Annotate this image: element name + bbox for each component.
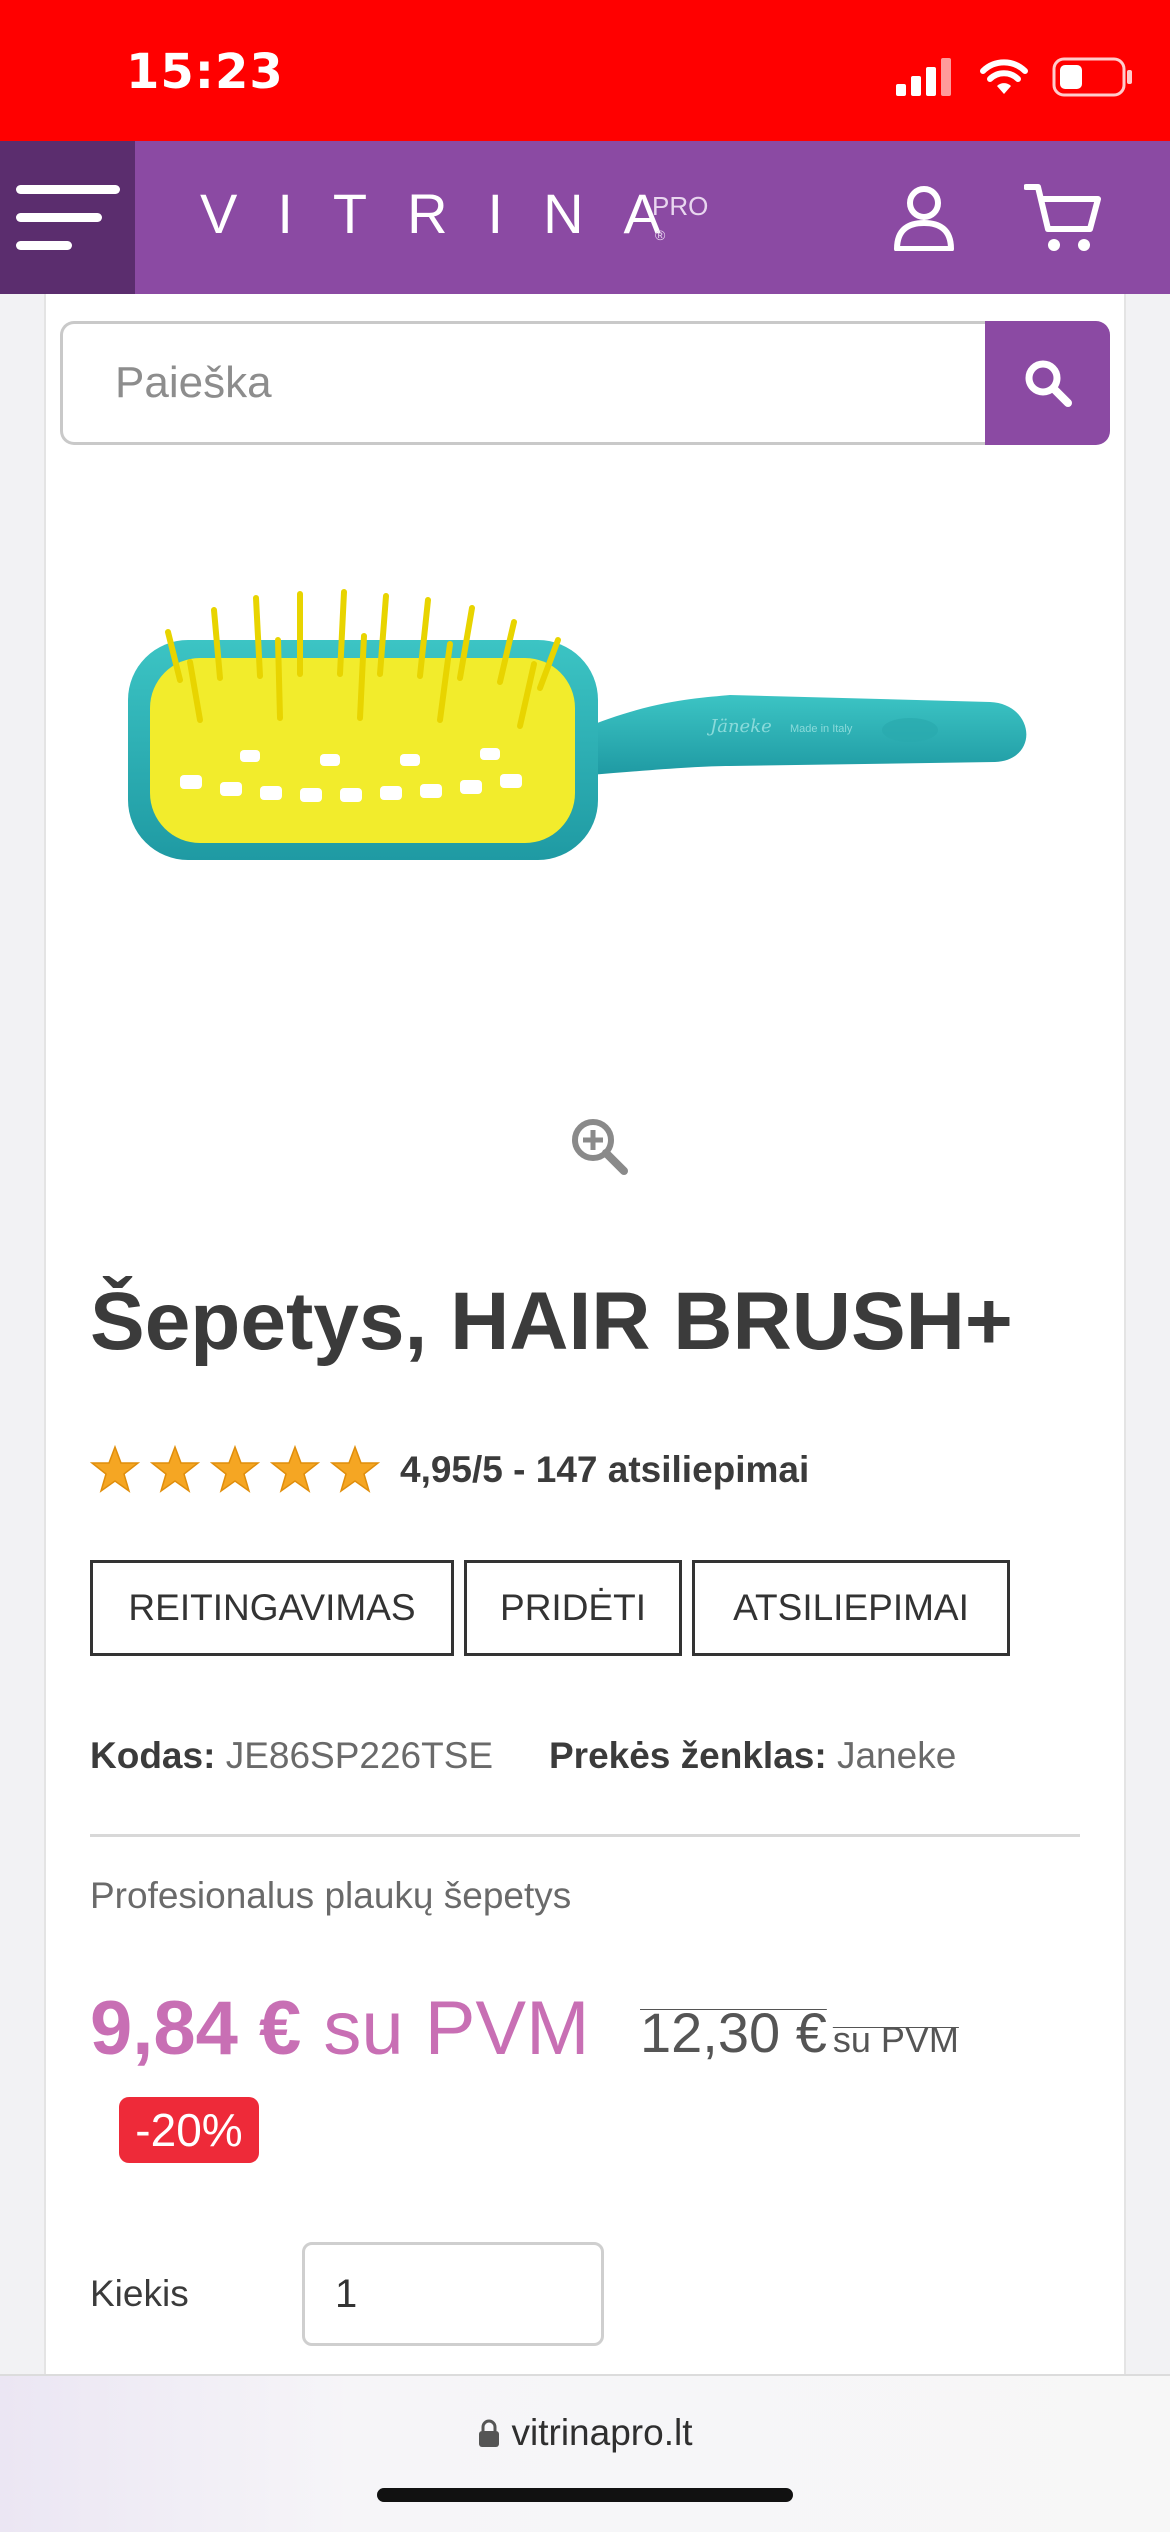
logo-registered-mark: ® [655, 227, 666, 243]
current-price: 9,84 € su PVM [90, 1985, 589, 2072]
browser-address-bar: vitrinapro.lt [0, 2374, 1170, 2532]
search-bar [60, 321, 1110, 445]
product-code-label: Kodas: [90, 1735, 216, 1776]
price-now: 9,84 € [90, 1986, 302, 2071]
divider [90, 1834, 1080, 1837]
product-code: Kodas: JE86SP226TSE [90, 1735, 493, 1777]
status-bar: 15:23 [0, 0, 1170, 141]
hamburger-line [16, 185, 120, 194]
wifi-icon [980, 59, 1028, 94]
home-indicator[interactable] [377, 2488, 793, 2502]
shopping-cart-icon[interactable] [1024, 181, 1102, 255]
star-icon [150, 1445, 200, 1493]
product-title: Šepetys, HAIR BRUSH+ [90, 1276, 1013, 1367]
product-brand-value[interactable]: Janeke [837, 1735, 956, 1776]
discount-badge: -20% [119, 2097, 259, 2163]
zoom-in-icon[interactable] [568, 1115, 630, 1177]
svg-text:Jäneke: Jäneke [706, 716, 772, 737]
battery-icon [1052, 57, 1132, 97]
tab-rating[interactable]: REITINGAVIMAS [90, 1560, 454, 1656]
site-logo[interactable]: VITRINA [200, 181, 701, 246]
search-button[interactable] [985, 321, 1110, 445]
url-display[interactable]: vitrinapro.lt [0, 2412, 1170, 2454]
price-now-vat: su PVM [323, 1986, 590, 2071]
product-image[interactable]: Jäneke Made in Italy [110, 570, 1050, 870]
star-icon [210, 1445, 260, 1493]
review-tabs: REITINGAVIMAS PRIDĖTI ATSILIEPIMAI [90, 1560, 1010, 1656]
status-icons [896, 52, 1134, 102]
star-icon [90, 1445, 140, 1493]
product-brand: Prekės ženklas: Janeke [549, 1735, 956, 1777]
menu-button[interactable] [0, 141, 135, 294]
star-icon [330, 1445, 380, 1493]
site-header: VITRINA PRO ® [0, 141, 1170, 294]
status-time: 15:23 [126, 44, 284, 100]
price-old-vat: su PVM [832, 2019, 959, 2060]
price-old: 12,30 € [640, 2001, 827, 2064]
cellular-signal-icon [896, 58, 951, 96]
rating-stars[interactable] [90, 1445, 380, 1495]
search-icon [1025, 360, 1072, 407]
hamburger-line [16, 213, 102, 222]
tab-reviews[interactable]: ATSILIEPIMAI [692, 1560, 1010, 1656]
star-icon [270, 1445, 320, 1493]
quantity-label: Kiekis [90, 2273, 189, 2314]
tab-add-review[interactable]: PRIDĖTI [464, 1560, 682, 1656]
svg-text:Made in Italy: Made in Italy [790, 723, 853, 735]
product-code-value: JE86SP226TSE [225, 1735, 494, 1776]
hamburger-line [16, 241, 72, 250]
search-input[interactable] [60, 321, 990, 445]
rating-row: 4,95/5 - 147 atsiliepimai [90, 1440, 809, 1500]
url-text: vitrinapro.lt [511, 2412, 693, 2453]
logo-pro-label: PRO [652, 191, 709, 221]
quantity-input[interactable] [302, 2242, 604, 2346]
rating-summary[interactable]: 4,95/5 - 147 atsiliepimai [400, 1449, 809, 1491]
lock-icon [478, 2419, 499, 2447]
product-brand-label: Prekės ženklas: [549, 1735, 827, 1776]
product-description: Profesionalus plaukų šepetys [90, 1875, 572, 1916]
user-account-icon[interactable] [893, 185, 955, 251]
old-price: 12,30 € su PVM [640, 2000, 959, 2065]
